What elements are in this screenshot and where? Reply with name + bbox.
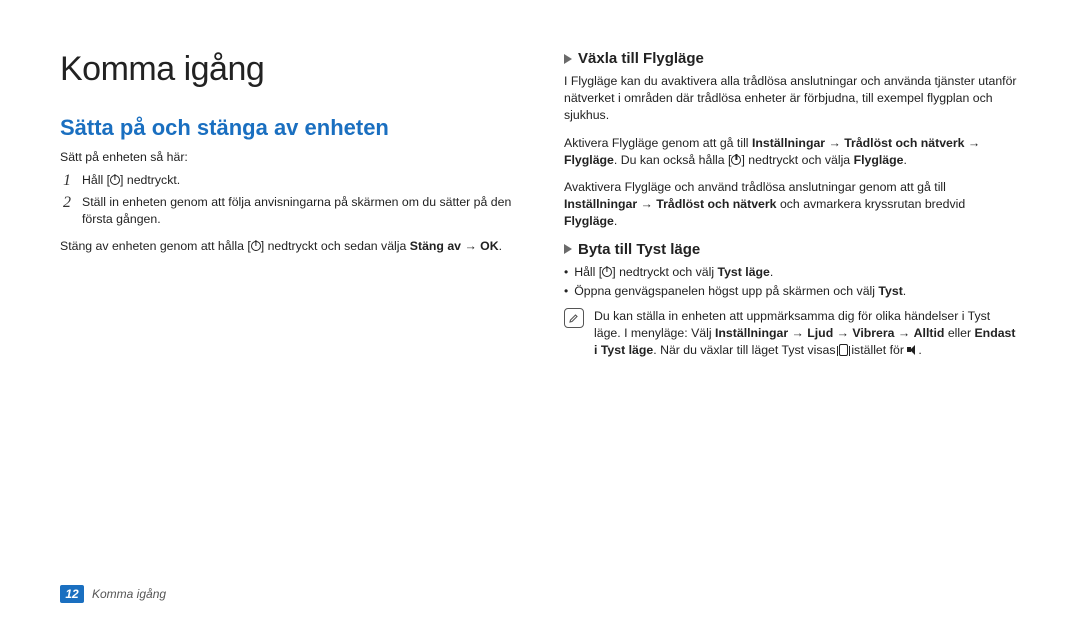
text: Öppna genvägspanelen högst upp på skärme… (574, 284, 878, 298)
text-bold: Flygläge (564, 214, 614, 228)
section-power-on-off: Sätta på och stänga av enheten (60, 115, 516, 141)
note-block: Du kan ställa in enheten att uppmärksamm… (564, 308, 1020, 360)
arrow: → (833, 326, 852, 340)
power-icon (251, 241, 261, 251)
page-number-badge: 12 (60, 585, 84, 603)
text-bold: Ljud (807, 326, 833, 340)
step-2-text: Ställ in enheten genom att följa anvisni… (82, 194, 516, 228)
text: . (614, 214, 617, 228)
text-bold: Trådlöst och nätverk (844, 136, 964, 150)
chevron-right-icon (564, 244, 572, 254)
text: Håll [ (82, 173, 110, 187)
left-column: Komma igång Sätta på och stänga av enhet… (60, 50, 516, 360)
flight-p1: I Flygläge kan du avaktivera alla trådlö… (564, 73, 1020, 125)
power-intro: Sätt på enheten så här: (60, 149, 516, 166)
note-icon (564, 308, 584, 328)
text: ] nedtryckt och välja (741, 153, 853, 167)
text-bold: OK (480, 239, 498, 253)
silent-mode-bullets: Håll [ ] nedtryckt och välj Tyst läge. Öp… (564, 264, 1020, 300)
text-bold: Flygläge (564, 153, 614, 167)
power-off-paragraph: Stäng av enheten genom att hålla [ ] nedt… (60, 238, 516, 255)
note-text: Du kan ställa in enheten att uppmärksamm… (594, 308, 1020, 360)
text-bold: Stäng av (410, 239, 461, 253)
arrow: → (461, 239, 480, 253)
step-1-text: Håll [ ] nedtryckt. (82, 172, 516, 190)
subsection-flight-mode: Växla till Flygläge (564, 50, 1020, 67)
text-bold: Inställningar (564, 197, 637, 211)
text-bold: Alltid (914, 326, 945, 340)
text: . (903, 284, 906, 298)
subsection-silent-mode: Byta till Tyst läge (564, 241, 1020, 258)
power-icon (731, 155, 741, 165)
step-number-2: 2 (60, 194, 74, 228)
bullet-1-text: Håll [ ] nedtryckt och välj Tyst läge. (574, 264, 773, 281)
text-bold: Flygläge (854, 153, 904, 167)
power-icon (602, 267, 612, 277)
text-bold: Tyst läge (718, 265, 770, 279)
text-bold: Vibrera (852, 326, 894, 340)
text-bold: Inställningar (752, 136, 825, 150)
text: ] nedtryckt och välj (612, 265, 717, 279)
two-column-layout: Komma igång Sätta på och stänga av enhet… (60, 50, 1020, 360)
subsection-title: Växla till Flygläge (578, 50, 704, 67)
text: Stäng av enheten genom att hålla [ (60, 239, 251, 253)
step-1: 1 Håll [ ] nedtryckt. (60, 172, 516, 190)
bullet-1: Håll [ ] nedtryckt och välj Tyst läge. (564, 264, 1020, 281)
text: ] nedtryckt. (120, 173, 180, 187)
page-footer: 12 Komma igång (60, 585, 166, 603)
text: och avmarkera kryssrutan bredvid (777, 197, 966, 211)
bullet-2: Öppna genvägspanelen högst upp på skärme… (564, 283, 1020, 300)
flight-p3: Avaktivera Flygläge och använd trådlösa … (564, 179, 1020, 231)
bullet-2-text: Öppna genvägspanelen högst upp på skärme… (574, 283, 906, 300)
text: . När du växlar till läget Tyst visas (653, 343, 839, 357)
manual-page: Komma igång Sätta på och stänga av enhet… (0, 0, 1080, 629)
flight-p2: Aktivera Flygläge genom att gå till Inst… (564, 135, 1020, 169)
text: Aktivera Flygläge genom att gå till (564, 136, 752, 150)
page-title: Komma igång (60, 50, 516, 89)
text: . Du kan också hålla [ (614, 153, 732, 167)
text: . (903, 153, 906, 167)
text-bold: Inställningar (715, 326, 788, 340)
chevron-right-icon (564, 54, 572, 64)
text: . (770, 265, 773, 279)
footer-section-title: Komma igång (92, 587, 166, 601)
vibrate-icon (839, 344, 848, 356)
right-column: Växla till Flygläge I Flygläge kan du av… (564, 50, 1020, 360)
text: . (918, 343, 921, 357)
step-2: 2 Ställ in enheten genom att följa anvis… (60, 194, 516, 228)
arrow: → (788, 326, 807, 340)
arrow: → (965, 136, 981, 150)
step-number-1: 1 (60, 172, 74, 190)
arrow: → (825, 136, 844, 150)
power-icon (110, 175, 120, 185)
text: eller (944, 326, 974, 340)
text: istället för (848, 343, 907, 357)
arrow: → (895, 326, 914, 340)
text-bold: Tyst (878, 284, 902, 298)
arrow: → (637, 197, 656, 211)
subsection-title: Byta till Tyst läge (578, 241, 700, 258)
mute-icon (907, 344, 918, 355)
text: Håll [ (574, 265, 602, 279)
power-on-steps: 1 Håll [ ] nedtryckt. 2 Ställ in enheten … (60, 172, 516, 228)
text: Avaktivera Flygläge och använd trådlösa … (564, 180, 946, 194)
pencil-paper-icon (568, 312, 580, 324)
text: ] nedtryckt och sedan välja (261, 239, 410, 253)
text-bold: Trådlöst och nätverk (656, 197, 776, 211)
text: . (499, 239, 502, 253)
